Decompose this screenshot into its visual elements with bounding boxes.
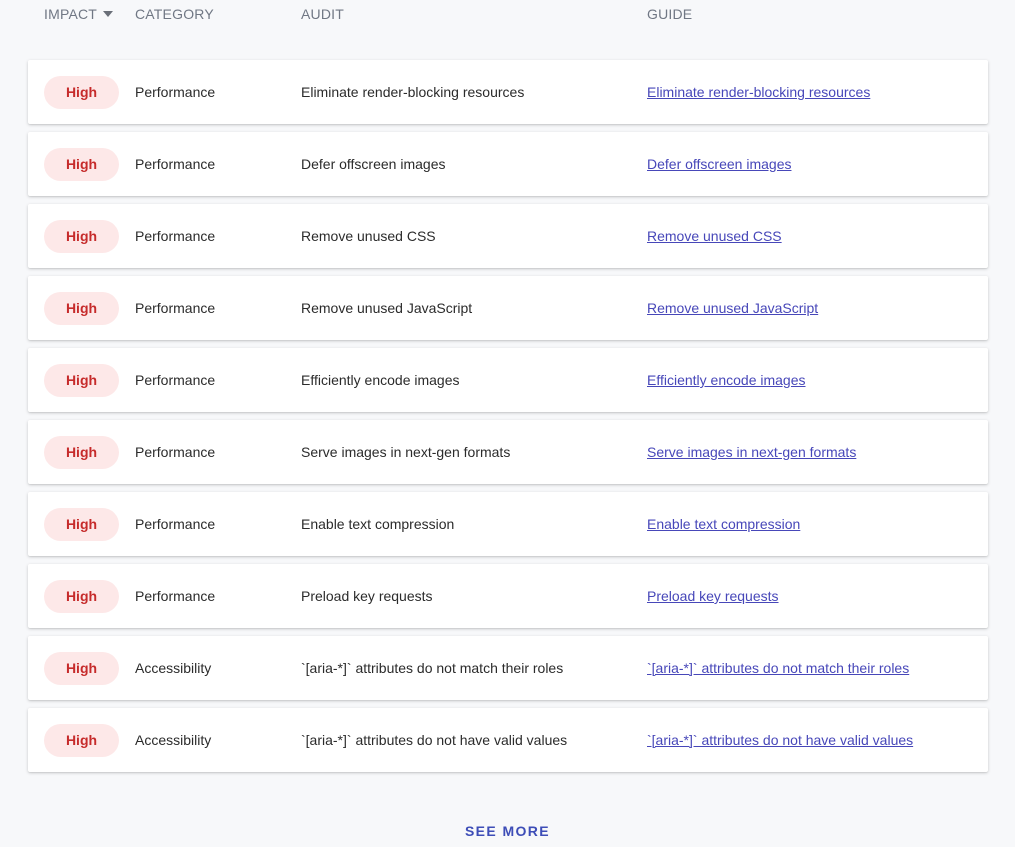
impact-badge: High xyxy=(44,148,119,181)
table-row: High Performance Remove unused CSS Remov… xyxy=(28,204,988,268)
category-column-header: Category xyxy=(135,6,214,22)
table-header: Impact Category Audit Guide xyxy=(0,0,1015,30)
guide-link[interactable]: Serve images in next-gen formats xyxy=(647,444,856,460)
guide-link[interactable]: Eliminate render-blocking resources xyxy=(647,84,870,100)
guide-link[interactable]: Defer offscreen images xyxy=(647,156,791,172)
impact-badge: High xyxy=(44,220,119,253)
category-cell: Accessibility xyxy=(135,732,212,748)
table-row: High Performance Eliminate render-blocki… xyxy=(28,60,988,124)
table-row: High Performance Remove unused JavaScrip… xyxy=(28,276,988,340)
category-cell: Performance xyxy=(135,444,216,460)
category-cell: Performance xyxy=(135,156,216,172)
impact-badge: High xyxy=(44,76,119,109)
guide-link[interactable]: `[aria-*]` attributes do not match their… xyxy=(647,660,909,676)
see-more-container: SEE MORE xyxy=(0,823,1015,839)
category-cell: Performance xyxy=(135,84,216,100)
audit-list: High Performance Eliminate render-blocki… xyxy=(28,60,988,780)
table-row: High Performance Defer offscreen images … xyxy=(28,132,988,196)
table-row: High Performance Efficiently encode imag… xyxy=(28,348,988,412)
audit-cell: Enable text compression xyxy=(301,516,455,532)
audit-cell: Remove unused JavaScript xyxy=(301,300,473,316)
audit-cell: `[aria-*]` attributes do not match their… xyxy=(301,660,564,676)
category-cell: Performance xyxy=(135,588,216,604)
guide-link[interactable]: Enable text compression xyxy=(647,516,800,532)
category-cell: Performance xyxy=(135,228,216,244)
impact-badge: High xyxy=(44,436,119,469)
impact-badge: High xyxy=(44,652,119,685)
impact-badge: High xyxy=(44,724,119,757)
table-row: High Performance Enable text compression… xyxy=(28,492,988,556)
impact-header-label: Impact xyxy=(44,6,98,22)
impact-badge: High xyxy=(44,580,119,613)
table-row: High Performance Preload key requests Pr… xyxy=(28,564,988,628)
impact-badge: High xyxy=(44,364,119,397)
guide-link[interactable]: Remove unused CSS xyxy=(647,228,782,244)
table-row: High Performance Serve images in next-ge… xyxy=(28,420,988,484)
audit-cell: Serve images in next-gen formats xyxy=(301,444,511,460)
table-row: High Accessibility `[aria-*]` attributes… xyxy=(28,636,988,700)
audit-cell: Eliminate render-blocking resources xyxy=(301,84,525,100)
see-more-button[interactable]: SEE MORE xyxy=(465,823,550,839)
table-row: High Accessibility `[aria-*]` attributes… xyxy=(28,708,988,772)
caret-down-icon xyxy=(103,11,114,18)
audit-cell: `[aria-*]` attributes do not have valid … xyxy=(301,732,568,748)
guide-link[interactable]: `[aria-*]` attributes do not have valid … xyxy=(647,732,913,748)
category-cell: Performance xyxy=(135,516,216,532)
guide-link[interactable]: Remove unused JavaScript xyxy=(647,300,818,316)
audit-cell: Remove unused CSS xyxy=(301,228,436,244)
audit-cell: Defer offscreen images xyxy=(301,156,446,172)
guide-link[interactable]: Efficiently encode images xyxy=(647,372,806,388)
audit-cell: Efficiently encode images xyxy=(301,372,460,388)
guide-link[interactable]: Preload key requests xyxy=(647,588,779,604)
audit-cell: Preload key requests xyxy=(301,588,433,604)
audit-column-header: Audit xyxy=(301,6,344,22)
impact-column-header[interactable]: Impact xyxy=(44,6,114,22)
impact-badge: High xyxy=(44,508,119,541)
category-cell: Performance xyxy=(135,300,216,316)
category-cell: Performance xyxy=(135,372,216,388)
guide-column-header: Guide xyxy=(647,6,693,22)
impact-badge: High xyxy=(44,292,119,325)
category-cell: Accessibility xyxy=(135,660,212,676)
